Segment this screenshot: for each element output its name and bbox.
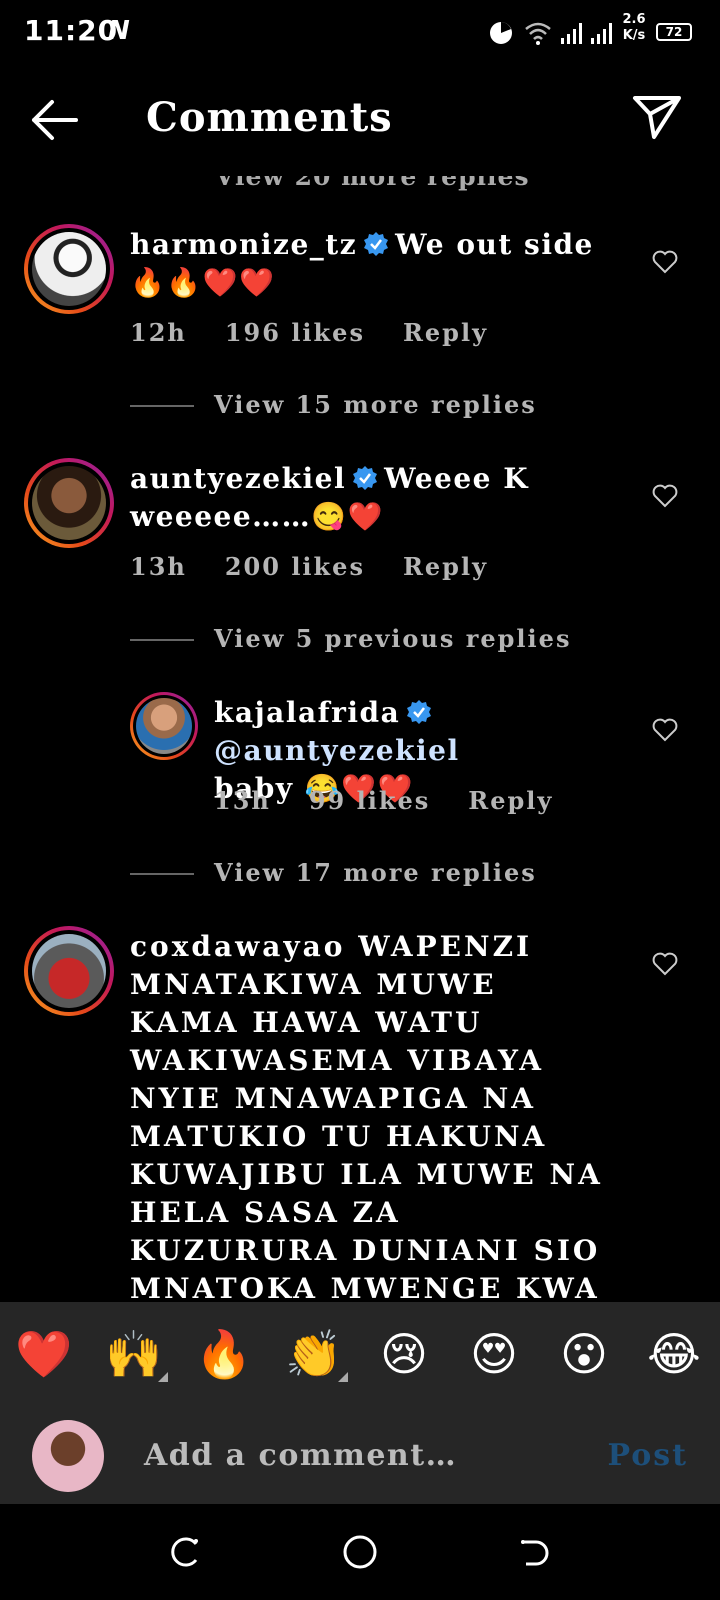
emoji-quick-bar: ❤️ 🙌 🔥 👏 😢 😍 😮 😂 bbox=[0, 1302, 720, 1408]
emoji-clap-glyph: 👏 bbox=[285, 1327, 343, 1381]
emoji-heart[interactable]: ❤️ bbox=[14, 1328, 74, 1380]
view-more-replies-text[interactable]: View 15 more replies bbox=[214, 390, 537, 419]
like-heart-icon[interactable] bbox=[652, 718, 678, 742]
avatar[interactable] bbox=[130, 692, 198, 760]
status-bar: 11:20 N 2.6 K/s 72 bbox=[0, 0, 720, 64]
emoji-laughing[interactable]: 😂 bbox=[644, 1328, 704, 1380]
emoji-surprised[interactable]: 😮 bbox=[554, 1328, 614, 1380]
wifi-icon bbox=[525, 22, 551, 45]
comment-composer: Add a comment… Post bbox=[0, 1408, 720, 1504]
data-saver-icon bbox=[490, 22, 512, 44]
back-nav-icon[interactable] bbox=[518, 1534, 554, 1570]
battery-icon: 72 bbox=[656, 23, 692, 41]
recent-apps-icon[interactable] bbox=[166, 1534, 202, 1570]
comment-input[interactable]: Add a comment… bbox=[144, 1438, 457, 1473]
comment-likes[interactable]: 200 likes bbox=[225, 552, 365, 581]
post-button[interactable]: Post bbox=[607, 1438, 688, 1473]
comment-body: harmonize_tz We out side 🔥🔥❤️❤️ bbox=[130, 226, 600, 302]
view-more-replies[interactable]: View 17 more replies bbox=[130, 858, 550, 888]
view-previous-replies-text[interactable]: View 5 previous replies bbox=[214, 624, 571, 653]
home-icon[interactable] bbox=[342, 1534, 378, 1570]
status-time: 11:20 bbox=[24, 14, 119, 47]
verified-badge-icon bbox=[364, 232, 389, 256]
like-heart-icon[interactable] bbox=[652, 952, 678, 976]
signal-2-icon bbox=[591, 23, 612, 44]
reply-button[interactable]: Reply bbox=[403, 552, 488, 581]
comment-likes[interactable]: 99 likes bbox=[309, 786, 430, 815]
view-more-replies[interactable]: View 15 more replies bbox=[130, 390, 550, 420]
skin-tone-indicator bbox=[338, 1372, 348, 1382]
reply-button[interactable]: Reply bbox=[403, 318, 488, 347]
comment-username[interactable]: coxdawayao bbox=[130, 930, 345, 963]
divider-line bbox=[130, 639, 194, 641]
verified-badge-icon bbox=[353, 466, 378, 490]
comment-body: coxdawayao WAPENZI MNATAKIWA MUWE KAMA H… bbox=[130, 928, 610, 1302]
notification-n-icon: N bbox=[108, 16, 130, 46]
page-title: Comments bbox=[146, 94, 393, 141]
network-speed-unit: K/s bbox=[622, 28, 646, 43]
signal-1-icon bbox=[561, 23, 582, 44]
like-heart-icon[interactable] bbox=[652, 250, 678, 274]
divider-line bbox=[130, 873, 194, 875]
comment-username[interactable]: harmonize_tz bbox=[130, 228, 357, 261]
avatar[interactable] bbox=[24, 926, 114, 1016]
status-icons: 2.6 K/s 72 bbox=[488, 12, 698, 52]
comment-time: 13h bbox=[214, 786, 271, 815]
emoji-raised-hands[interactable]: 🙌 bbox=[104, 1327, 168, 1382]
like-heart-icon[interactable] bbox=[652, 484, 678, 508]
avatar[interactable] bbox=[24, 224, 114, 314]
back-arrow-icon[interactable] bbox=[30, 98, 80, 142]
emoji-clap[interactable]: 👏 bbox=[284, 1327, 348, 1382]
comment-meta: 13h 200 likes Reply bbox=[130, 552, 526, 581]
reply-button[interactable]: Reply bbox=[468, 786, 553, 815]
comment-meta: 12h 196 likes Reply bbox=[130, 318, 526, 347]
skin-tone-indicator bbox=[158, 1372, 168, 1382]
emoji-heart-eyes[interactable]: 😍 bbox=[464, 1328, 524, 1380]
avatar[interactable] bbox=[24, 458, 114, 548]
verified-badge-icon bbox=[407, 700, 432, 724]
current-user-avatar bbox=[32, 1420, 104, 1492]
comment-likes[interactable]: 196 likes bbox=[225, 318, 365, 347]
network-speed: 2.6 K/s bbox=[618, 12, 650, 44]
mention-link[interactable]: @auntyezekiel bbox=[214, 734, 460, 767]
network-speed-value: 2.6 bbox=[622, 12, 646, 27]
divider-line bbox=[130, 405, 194, 407]
comment-time: 13h bbox=[130, 552, 187, 581]
view-previous-replies[interactable]: View 5 previous replies bbox=[130, 624, 569, 654]
comment-meta: 13h 99 likes Reply bbox=[214, 786, 591, 815]
comment-username[interactable]: kajalafrida bbox=[214, 696, 400, 729]
comment-text: WAPENZI MNATAKIWA MUWE KAMA HAWA WATU WA… bbox=[130, 930, 603, 1302]
send-icon[interactable] bbox=[632, 94, 682, 140]
view-more-replies-text[interactable]: View 17 more replies bbox=[214, 858, 537, 887]
comment-time: 12h bbox=[130, 318, 187, 347]
comments-header: Comments bbox=[0, 64, 720, 176]
comments-list[interactable]: View 20 more replies harmonize_tz We out … bbox=[0, 156, 720, 1302]
comment-username[interactable]: auntyezekiel bbox=[130, 462, 346, 495]
emoji-raised-hands-glyph: 🙌 bbox=[105, 1327, 163, 1381]
comment-body: auntyezekiel Weeee K weeeee……😋❤️ bbox=[130, 460, 600, 536]
system-nav-bar bbox=[0, 1504, 720, 1600]
emoji-crying[interactable]: 😢 bbox=[374, 1328, 434, 1380]
emoji-fire[interactable]: 🔥 bbox=[194, 1328, 254, 1380]
